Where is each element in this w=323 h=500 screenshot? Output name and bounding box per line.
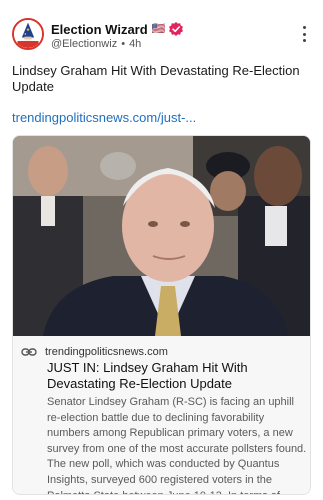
- post-header: Election Wizard 🇺🇸 @Electionwiz • 4h: [12, 18, 312, 52]
- preview-domain: trendingpoliticsnews.com: [45, 346, 168, 358]
- post-link[interactable]: trendingpoliticsnews.com/just-...: [12, 110, 310, 125]
- handle-row: @Electionwiz • 4h: [51, 38, 141, 50]
- post-time[interactable]: 4h: [129, 38, 141, 50]
- link-preview-card[interactable]: trendingpoliticsnews.com JUST IN: Lindse…: [12, 135, 311, 495]
- link-icon: [21, 347, 37, 357]
- preview-title[interactable]: JUST IN: Lindsey Graham Hit With Devasta…: [47, 360, 305, 392]
- more-options-icon[interactable]: [300, 26, 308, 42]
- post-card: Election Wizard 🇺🇸 @Electionwiz • 4h Lin…: [0, 0, 323, 500]
- author-handle[interactable]: @Electionwiz: [51, 38, 117, 50]
- us-flag-icon: 🇺🇸: [151, 23, 166, 35]
- preview-description: Senator Lindsey Graham (R-SC) is facing …: [47, 396, 307, 494]
- separator-dot: •: [121, 38, 126, 50]
- author-display-name[interactable]: Election Wizard: [51, 22, 148, 37]
- wizard-avatar-icon[interactable]: [12, 18, 44, 50]
- verified-badge-icon: [169, 22, 184, 36]
- name-row: Election Wizard 🇺🇸: [51, 21, 184, 37]
- post-text: Lindsey Graham Hit With Devastating Re-E…: [12, 63, 300, 94]
- preview-domain-row: trendingpoliticsnews.com: [21, 346, 168, 358]
- preview-image[interactable]: [13, 136, 310, 336]
- preview-body: trendingpoliticsnews.com JUST IN: Lindse…: [13, 336, 310, 494]
